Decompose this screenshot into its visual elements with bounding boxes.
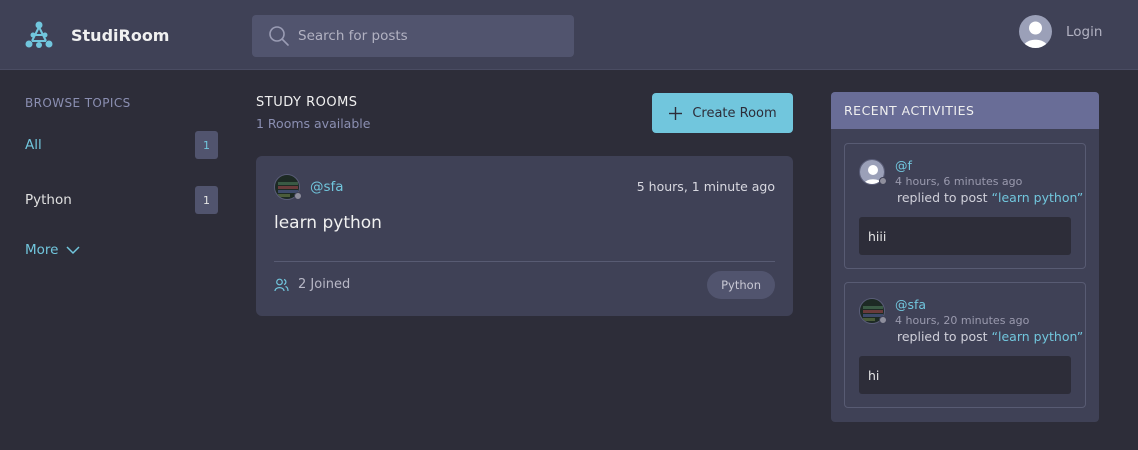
plus-icon — [669, 106, 683, 120]
topic-count-badge: 1 — [195, 131, 218, 159]
activity-message: hi — [859, 356, 1071, 394]
room-timestamp: 5 hours, 1 minute ago — [636, 179, 775, 194]
login-label: Login — [1066, 23, 1103, 40]
status-dot — [879, 316, 887, 324]
users-icon — [274, 278, 289, 292]
activity-item: @sfa 4 hours, 20 minutes ago replied to … — [844, 282, 1086, 408]
room-participants: 2 Joined — [274, 277, 350, 292]
joined-count: 2 Joined — [298, 277, 351, 292]
top-header: StudiRoom Login — [0, 0, 1138, 70]
study-rooms-title: STUDY ROOMS — [256, 95, 358, 110]
divider — [274, 261, 775, 262]
room-title-link[interactable]: learn python — [274, 213, 382, 233]
app-logo[interactable]: StudiRoom — [24, 20, 169, 50]
recent-activities-panel: RECENT ACTIVITIES @f 4 hours, 6 minutes … — [831, 92, 1099, 422]
create-room-label: Create Room — [692, 105, 777, 121]
room-topic-tag[interactable]: Python — [707, 271, 775, 299]
avatar[interactable] — [859, 159, 887, 185]
browse-topics-title: BROWSE TOPICS — [25, 96, 131, 110]
room-card: @sfa 5 hours, 1 minute ago learn python … — [256, 156, 793, 316]
activity-action: replied to post — [897, 329, 988, 344]
chevron-down-icon — [66, 246, 80, 255]
topic-count-badge: 1 — [195, 186, 218, 214]
activity-timestamp: 4 hours, 20 minutes ago — [895, 314, 1030, 327]
status-dot — [879, 177, 887, 185]
topic-name: Python — [25, 192, 72, 208]
activity-description: replied to post “learn python” — [897, 190, 1083, 205]
search-bar[interactable] — [252, 15, 574, 57]
room-host-link[interactable]: @sfa — [274, 174, 344, 200]
topic-item-python[interactable]: Python 1 — [25, 186, 218, 214]
rooms-available-count: 1 Rooms available — [256, 116, 371, 131]
create-room-button[interactable]: Create Room — [652, 93, 793, 133]
activity-description: replied to post “learn python” — [897, 329, 1083, 344]
activity-post-link[interactable]: “learn python” — [992, 190, 1084, 205]
app-name: StudiRoom — [71, 25, 170, 45]
activity-message: hiii — [859, 217, 1071, 255]
more-topics-button[interactable]: More — [25, 242, 80, 258]
activity-timestamp: 4 hours, 6 minutes ago — [895, 175, 1023, 188]
topic-name: All — [25, 137, 42, 153]
room-host-name: @sfa — [310, 179, 344, 195]
activity-post-link[interactable]: “learn python” — [992, 329, 1084, 344]
user-silhouette-icon — [1019, 15, 1052, 48]
activity-user-link[interactable]: @sfa — [895, 297, 926, 312]
logo-icon — [25, 21, 53, 48]
more-label: More — [25, 242, 59, 258]
user-avatar — [1019, 15, 1052, 48]
search-icon — [269, 26, 289, 46]
avatar[interactable] — [859, 298, 887, 324]
avatar — [274, 174, 302, 200]
activity-item: @f 4 hours, 6 minutes ago replied to pos… — [844, 143, 1086, 269]
search-input[interactable] — [298, 28, 558, 44]
activity-action: replied to post — [897, 190, 988, 205]
status-dot — [294, 192, 302, 200]
topic-item-all[interactable]: All 1 — [25, 131, 218, 159]
login-button[interactable]: Login — [1019, 15, 1102, 48]
recent-activities-title: RECENT ACTIVITIES — [831, 92, 1099, 129]
activity-user-link[interactable]: @f — [895, 158, 912, 173]
